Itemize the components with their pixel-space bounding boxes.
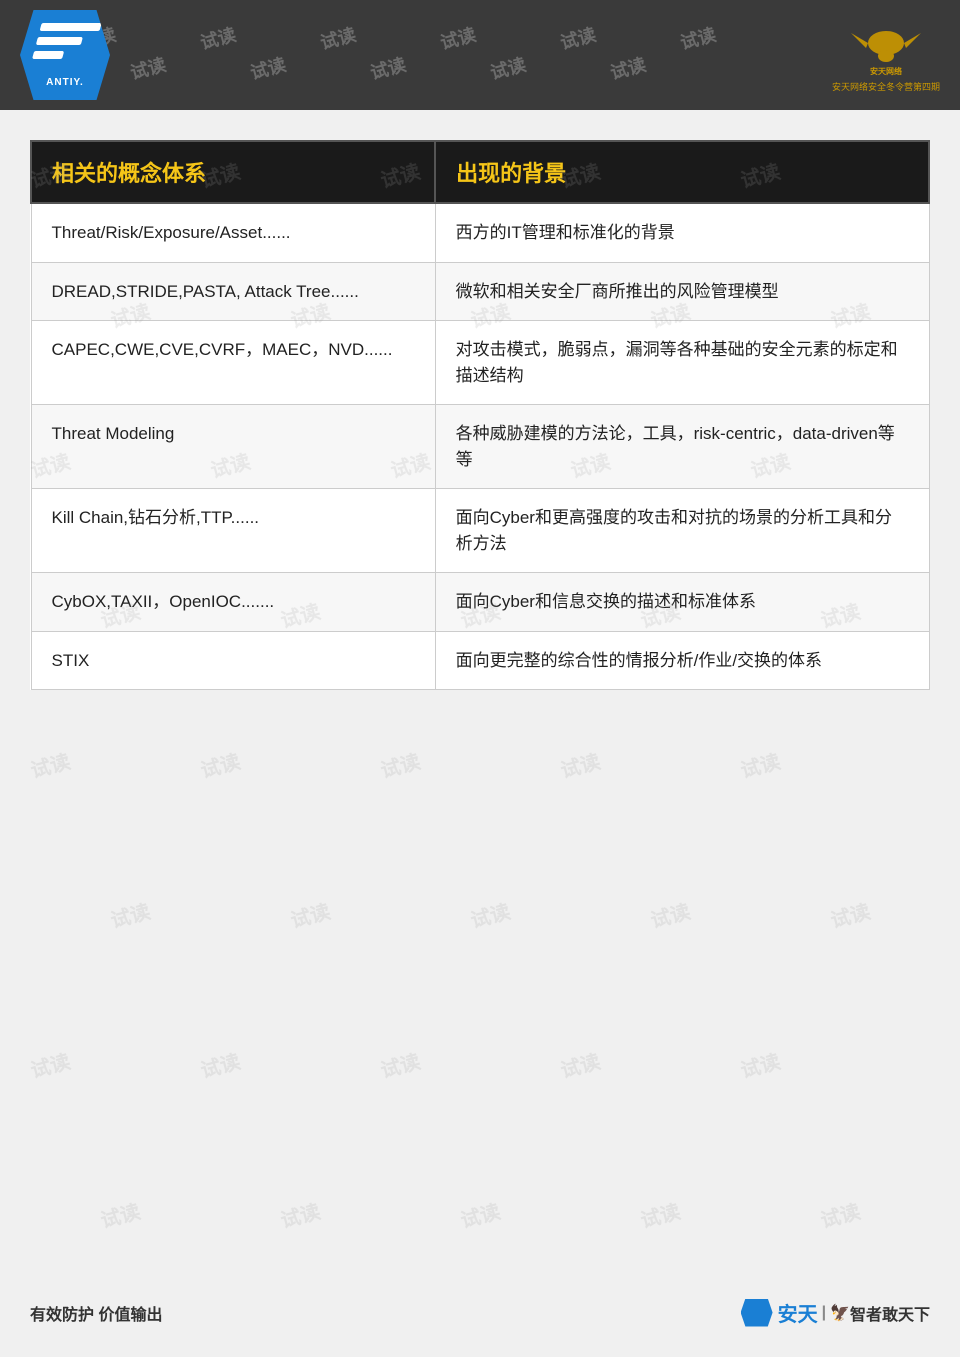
page-watermark-28: 试读 xyxy=(647,895,693,933)
footer-right: 安天 | 🦅 智者敢天下 xyxy=(741,1298,930,1327)
watermark: 试读 xyxy=(487,51,529,85)
page-watermark-30: 试读 xyxy=(27,1045,73,1083)
page-watermark-34: 试读 xyxy=(737,1045,783,1083)
watermark: 试读 xyxy=(197,21,239,55)
footer-slogan-right: 智者敢天下 xyxy=(850,1301,930,1325)
page-watermark-24: 试读 xyxy=(737,745,783,783)
table-row: CAPEC,CWE,CVE,CVRF，MAEC，NVD......对攻击模式，脆… xyxy=(31,321,929,405)
col1-header: 相关的概念体系 xyxy=(31,141,435,203)
table-cell-background: 微软和相关安全厂商所推出的风险管理模型 xyxy=(435,262,929,321)
page-watermark-26: 试读 xyxy=(287,895,333,933)
footer-antiy-icon xyxy=(741,1299,773,1327)
logo-stripe-3 xyxy=(32,51,64,59)
page-watermark-27: 试读 xyxy=(467,895,513,933)
table-cell-background: 各种威胁建模的方法论，工具，risk-centric，data-driven等等 xyxy=(435,405,929,489)
page-watermark-29: 试读 xyxy=(827,895,873,933)
logo-stripe-2 xyxy=(36,37,83,45)
watermark: 试读 xyxy=(367,51,409,85)
table-cell-concept: Kill Chain,钻石分析,TTP...... xyxy=(31,489,435,573)
watermark: 试读 xyxy=(127,51,169,85)
table-row: Threat Modeling各种威胁建模的方法论，工具，risk-centri… xyxy=(31,405,929,489)
watermark: 试读 xyxy=(607,51,649,85)
page-watermark-33: 试读 xyxy=(557,1045,603,1083)
header-watermarks: 试读 试读 试读 试读 试读 试读 试读 试读 试读 试读 试读 xyxy=(0,0,960,110)
header-right: 安天网络 安天网络安全冬令营第四期 xyxy=(832,18,940,93)
page-watermark-20: 试读 xyxy=(27,745,73,783)
header: 试读 试读 试读 试读 试读 试读 试读 试读 试读 试读 试读 ANTIY. xyxy=(0,0,960,110)
table-row: Kill Chain,钻石分析,TTP......面向Cyber和更高强度的攻击… xyxy=(31,489,929,573)
footer-slogan-left: 有效防护 价值输出 xyxy=(30,1301,162,1325)
logo-stripes xyxy=(28,23,101,73)
antiy-logo: ANTIY. xyxy=(20,10,110,100)
col2-header: 出现的背景 xyxy=(435,141,929,203)
watermark: 试读 xyxy=(317,21,359,55)
logo-stripe-1 xyxy=(40,23,102,31)
main-content: 相关的概念体系 出现的背景 Threat/Risk/Exposure/Asset… xyxy=(30,140,930,690)
footer-antiy-label: 安天 xyxy=(778,1298,818,1327)
footer-antiy-text: 安天 | 🦅 智者敢天下 xyxy=(778,1298,930,1327)
table-cell-concept: CybOX,TAXII，OpenIOC....... xyxy=(31,573,435,632)
concept-table: 相关的概念体系 出现的背景 Threat/Risk/Exposure/Asset… xyxy=(30,140,930,690)
table-cell-concept: Threat Modeling xyxy=(31,405,435,489)
table-cell-concept: STIX xyxy=(31,631,435,690)
page-watermark-22: 试读 xyxy=(377,745,423,783)
footer-bird-icon: 🦅 xyxy=(830,1303,850,1323)
watermark: 试读 xyxy=(437,21,479,55)
table-cell-background: 面向Cyber和更高强度的攻击和对抗的场景的分析工具和分析方法 xyxy=(435,489,929,573)
watermark: 试读 xyxy=(677,21,719,55)
page-watermark-25: 试读 xyxy=(107,895,153,933)
page-watermark-37: 试读 xyxy=(457,1195,503,1233)
table-row: CybOX,TAXII，OpenIOC.......面向Cyber和信息交换的描… xyxy=(31,573,929,632)
page-watermark-39: 试读 xyxy=(817,1195,863,1233)
page-watermark-31: 试读 xyxy=(197,1045,243,1083)
page-watermark-32: 试读 xyxy=(377,1045,423,1083)
table-row: STIX面向更完整的综合性的情报分析/作业/交换的体系 xyxy=(31,631,929,690)
page-watermark-35: 试读 xyxy=(97,1195,143,1233)
footer: 有效防护 价值输出 安天 | 🦅 智者敢天下 xyxy=(30,1298,930,1327)
table-cell-background: 面向Cyber和信息交换的描述和标准体系 xyxy=(435,573,929,632)
table-row: Threat/Risk/Exposure/Asset......西方的IT管理和… xyxy=(31,203,929,262)
watermark: 试读 xyxy=(247,51,289,85)
page-watermark-38: 试读 xyxy=(637,1195,683,1233)
header-right-graphic: 安天网络 xyxy=(846,18,926,78)
logo-text: ANTIY. xyxy=(46,77,84,88)
watermark: 试读 xyxy=(557,21,599,55)
table-cell-background: 面向更完整的综合性的情报分析/作业/交换的体系 xyxy=(435,631,929,690)
page-watermark-21: 试读 xyxy=(197,745,243,783)
page-watermark-36: 试读 xyxy=(277,1195,323,1233)
table-cell-background: 对攻击模式，脆弱点，漏洞等各种基础的安全元素的标定和描述结构 xyxy=(435,321,929,405)
svg-text:安天网络: 安天网络 xyxy=(870,66,902,76)
footer-divider: | xyxy=(822,1304,826,1322)
table-row: DREAD,STRIDE,PASTA, Attack Tree......微软和… xyxy=(31,262,929,321)
page-watermark-23: 试读 xyxy=(557,745,603,783)
table-cell-background: 西方的IT管理和标准化的背景 xyxy=(435,203,929,262)
table-cell-concept: DREAD,STRIDE,PASTA, Attack Tree...... xyxy=(31,262,435,321)
table-cell-concept: Threat/Risk/Exposure/Asset...... xyxy=(31,203,435,262)
header-subtitle: 安天网络安全冬令营第四期 xyxy=(832,80,940,93)
table-cell-concept: CAPEC,CWE,CVE,CVRF，MAEC，NVD...... xyxy=(31,321,435,405)
